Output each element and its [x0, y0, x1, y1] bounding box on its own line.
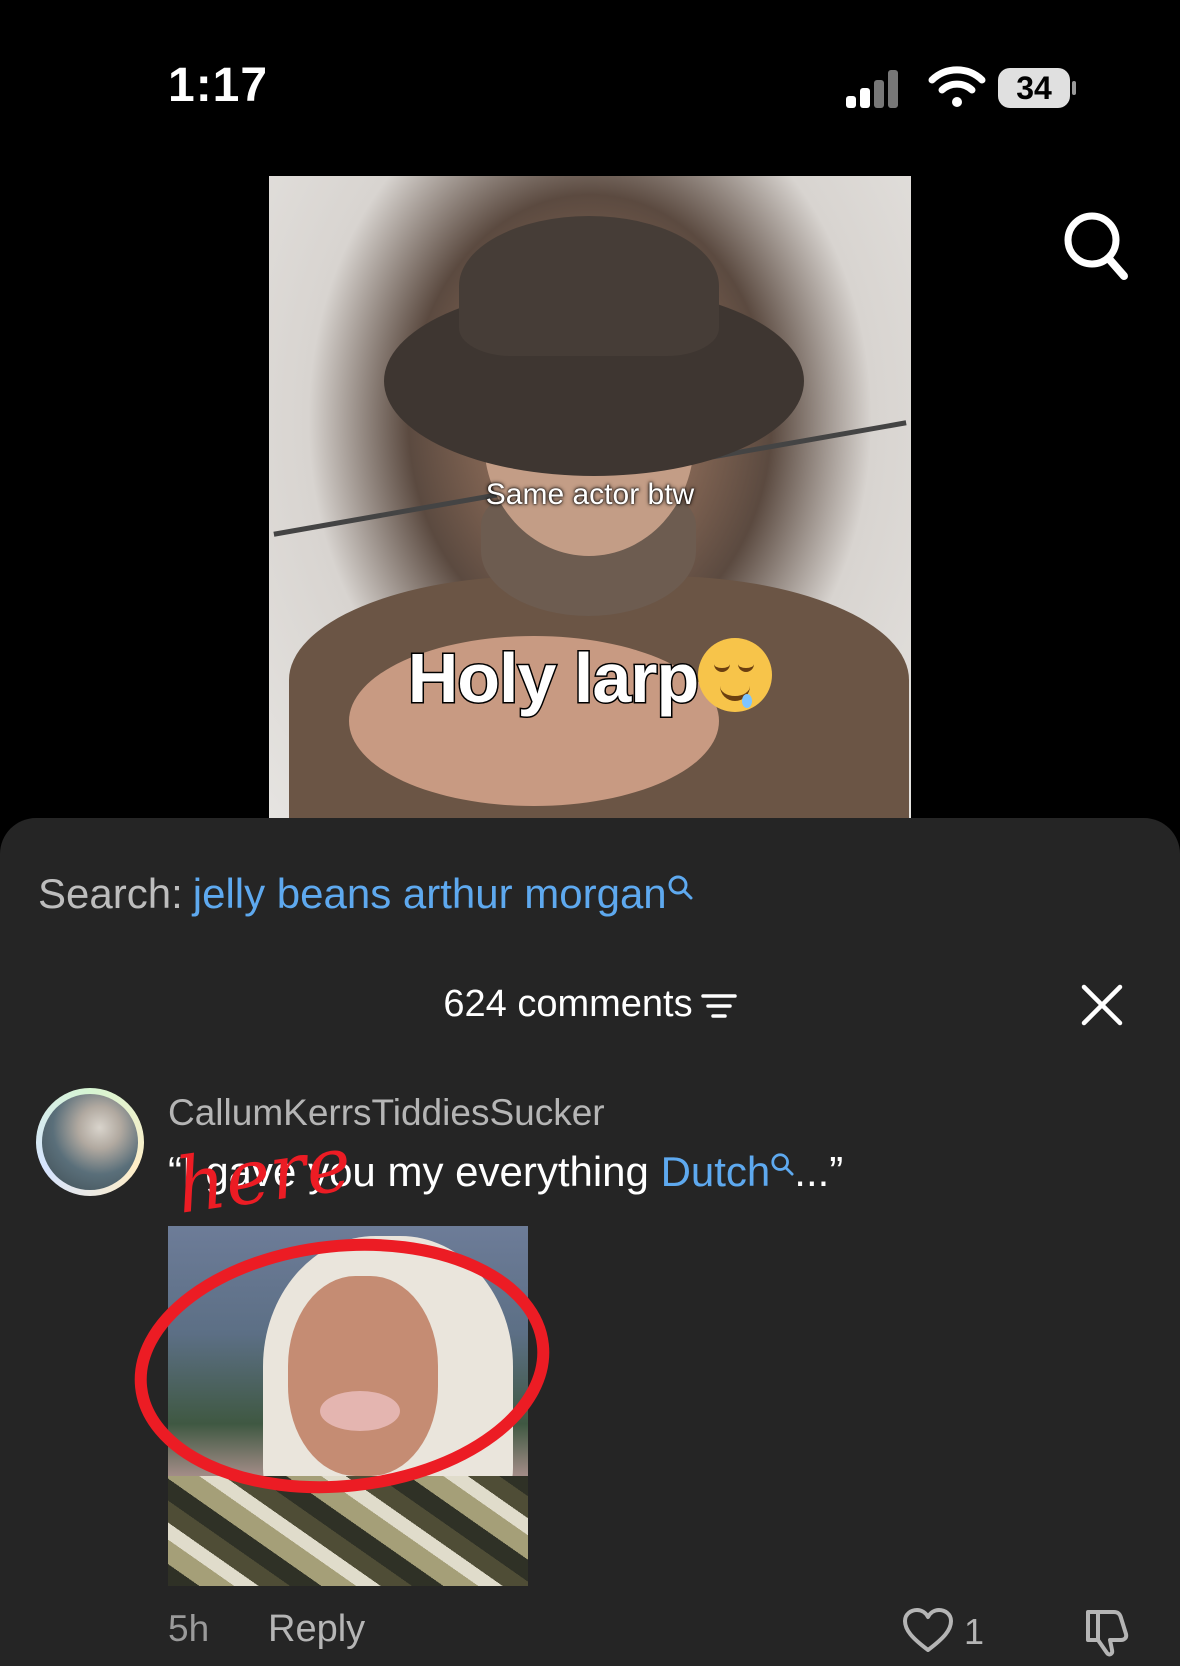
comments-count-header[interactable]: 624 comments	[0, 983, 1180, 1026]
battery-icon: 34	[998, 68, 1076, 108]
comment-text-suffix: ...”	[794, 1148, 844, 1195]
video-caption-big: Holy larp	[269, 638, 911, 719]
search-icon[interactable]	[1062, 210, 1130, 282]
battery-level: 34	[998, 68, 1070, 108]
reply-button[interactable]: Reply	[268, 1608, 365, 1651]
video-caption-big-text: Holy larp	[406, 638, 701, 719]
status-time: 1:17	[168, 59, 269, 112]
search-mini-icon	[668, 875, 693, 900]
comments-sheet: Search: jelly beans arthur morgan 624 com…	[0, 818, 1180, 1666]
close-icon[interactable]	[1080, 983, 1124, 1027]
red-circle-annotation	[134, 1238, 550, 1494]
dislike-icon[interactable]	[1080, 1606, 1132, 1658]
wifi-icon	[928, 66, 986, 107]
search-label: Search:	[38, 870, 183, 917]
signal-icon	[846, 68, 906, 108]
filter-icon[interactable]	[700, 991, 737, 1021]
search-mini-icon	[771, 1153, 794, 1176]
video-player[interactable]: Same actor btw Holy larp	[269, 176, 911, 818]
status-bar: 1:17 34	[0, 0, 1180, 170]
comment-username[interactable]: CallumKerrsTiddiesSucker	[168, 1092, 605, 1134]
search-query-link[interactable]: jelly beans arthur morgan	[193, 870, 667, 917]
here-annotation: here	[170, 1118, 357, 1231]
like-count: 1	[964, 1611, 985, 1652]
comments-count: 624 comments	[443, 983, 693, 1025]
video-caption-small: Same actor btw	[485, 478, 695, 511]
avatar[interactable]	[36, 1088, 144, 1196]
comment-age: 5h	[168, 1608, 210, 1649]
drooling-face-emoji-icon	[698, 638, 773, 712]
comment-search-link[interactable]: Dutch	[661, 1148, 771, 1195]
related-search[interactable]: Search: jelly beans arthur morgan	[38, 870, 693, 918]
heart-icon[interactable]	[902, 1608, 954, 1654]
